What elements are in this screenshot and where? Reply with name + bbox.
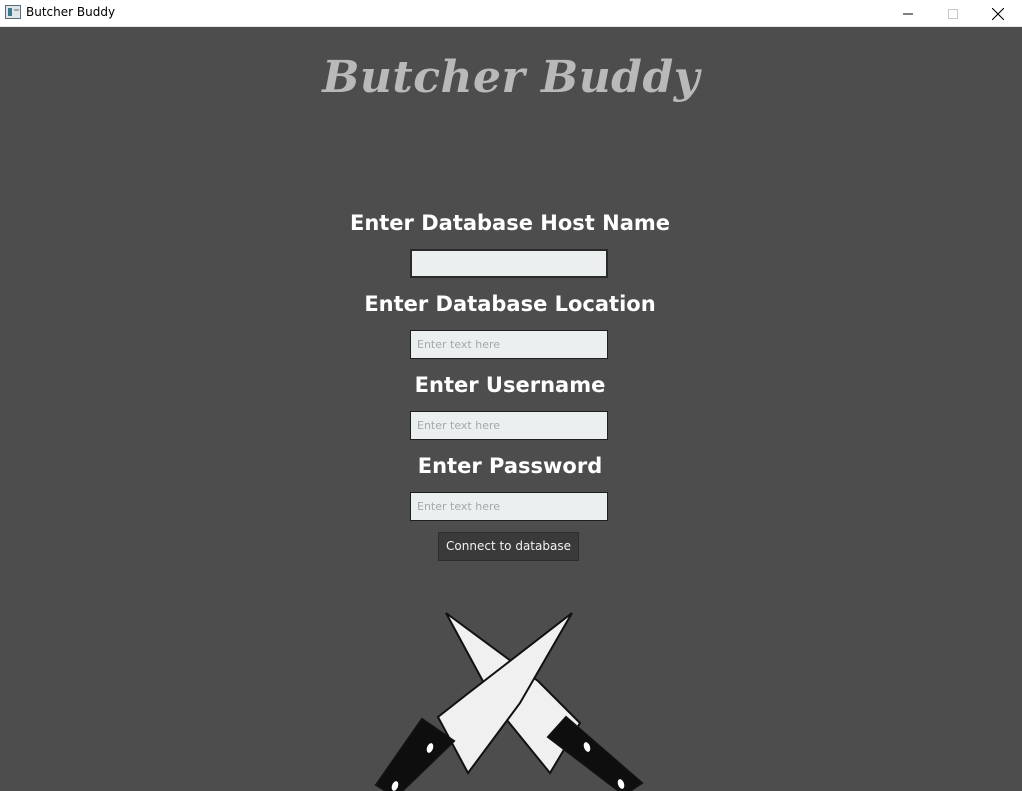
close-button[interactable] xyxy=(975,0,1020,27)
minimize-button[interactable] xyxy=(885,0,930,27)
app-icon xyxy=(5,5,21,19)
maximize-button[interactable] xyxy=(930,0,975,27)
password-input[interactable] xyxy=(410,492,608,521)
connect-to-database-button[interactable]: Connect to database xyxy=(438,532,579,561)
title-bar: Butcher Buddy xyxy=(0,0,1022,27)
crossed-knives-icon xyxy=(374,612,644,791)
maximize-icon xyxy=(947,8,958,19)
password-label: Enter Password xyxy=(417,454,603,478)
app-brand-title: Butcher Buddy xyxy=(322,52,700,103)
database-location-label: Enter Database Location xyxy=(364,292,656,316)
database-location-input[interactable] xyxy=(410,330,608,359)
username-label: Enter Username xyxy=(414,373,606,397)
host-name-label: Enter Database Host Name xyxy=(349,211,671,235)
window-title: Butcher Buddy xyxy=(26,5,116,19)
minimize-icon xyxy=(902,13,913,14)
close-icon xyxy=(991,7,1004,20)
host-name-input[interactable] xyxy=(410,249,608,278)
username-input[interactable] xyxy=(410,411,608,440)
